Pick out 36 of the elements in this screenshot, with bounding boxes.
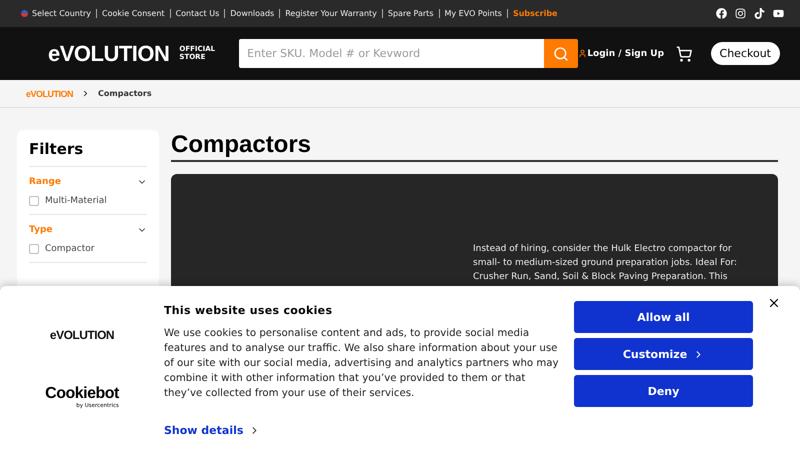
page-title: Compactors	[171, 130, 778, 162]
tiktok-icon[interactable]	[754, 8, 765, 19]
show-details-link[interactable]: Show details	[164, 424, 260, 437]
checkbox[interactable]	[29, 196, 39, 206]
customize-button[interactable]: Customize	[574, 338, 753, 370]
hero-description: Instead of hiring, consider the Hulk Electro compactor for small- to medium-sized ground preparation jobs. Ideal For: Crusher Run, Sand, Soil & Block Paving Preparation. This	[473, 243, 738, 284]
cookie-title: This website uses cookies	[164, 304, 334, 317]
consent-button[interactable]: Deny	[574, 375, 753, 407]
cookie-text: We use cookies to personalise content and ads, to provide social media features and to analyse our traffic. We also share information about your use of our site with our social media, advertising and analytics partners who may combine it with other information that you’ve provided to them or that they’ve collected from your use of their services.	[164, 327, 559, 401]
breadcrumb-current: Compactors	[98, 89, 152, 98]
filters-title: Filters	[29, 140, 147, 167]
cookiebot-logo: Cookiebot	[45, 384, 119, 402]
option-label: Multi-Material	[45, 196, 107, 206]
cart-icon[interactable]	[676, 44, 693, 62]
youtube-icon[interactable]	[773, 8, 784, 19]
search-button[interactable]	[544, 39, 578, 68]
consent-button[interactable]: Allow all	[574, 301, 753, 333]
country-link[interactable]: Select Country	[16, 9, 96, 18]
top-link[interactable]: Register Your Warranty	[279, 9, 382, 18]
top-link[interactable]: Spare Parts	[382, 9, 438, 18]
facebook-icon[interactable]	[716, 8, 727, 19]
option-label: Compactor	[45, 244, 94, 254]
instagram-icon[interactable]	[735, 8, 746, 19]
login-link[interactable]: Login / Sign Up	[578, 48, 664, 58]
brand-logo: eVOLUTION	[50, 328, 114, 342]
top-link[interactable]: Cookie Consent	[96, 9, 170, 18]
search-icon	[553, 46, 570, 62]
flag-icon	[21, 10, 28, 17]
checkbox[interactable]	[29, 244, 39, 254]
top-link[interactable]: Downloads	[224, 9, 280, 18]
subscribe-link[interactable]: Subscribe	[506, 9, 562, 18]
top-link[interactable]: Contact Us	[170, 9, 224, 18]
top-link[interactable]: My EVO Points	[438, 9, 507, 18]
checkout-button[interactable]: Checkout	[710, 42, 780, 65]
brand-logo[interactable]: eVOLUTION	[48, 40, 170, 66]
user-icon	[578, 49, 588, 58]
